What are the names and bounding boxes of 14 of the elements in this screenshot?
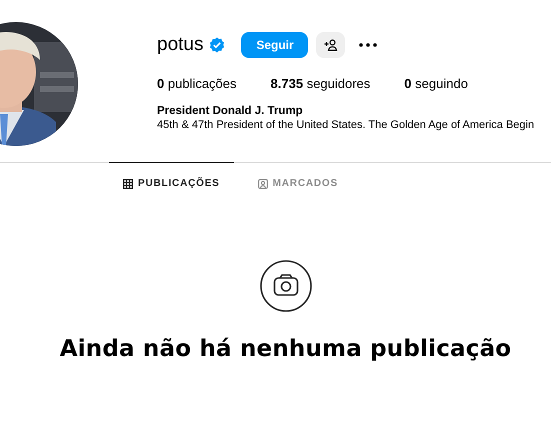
profile-name: President Donald J. Trump	[157, 105, 304, 117]
grid-icon	[123, 178, 134, 188]
profile-bio: 45th & 47th President of the United States. The Golden Age of America Begin	[157, 119, 534, 131]
profile-stat[interactable]: 0 publicações	[157, 76, 237, 91]
profile-stat[interactable]: 0 seguindo	[404, 76, 468, 91]
empty-state-message: Ainda não há nenhuma publicação	[60, 336, 512, 362]
add-person-icon	[324, 39, 338, 51]
profile-stat[interactable]: 8.735 seguidores	[270, 76, 370, 91]
camera-icon	[260, 260, 312, 312]
person-tag-icon	[258, 178, 268, 188]
username: potus	[157, 34, 204, 56]
more-icon	[359, 43, 378, 47]
profile-tab[interactable]: PUBLICAÇÕES	[109, 162, 234, 204]
add-person-button[interactable]	[316, 32, 346, 58]
